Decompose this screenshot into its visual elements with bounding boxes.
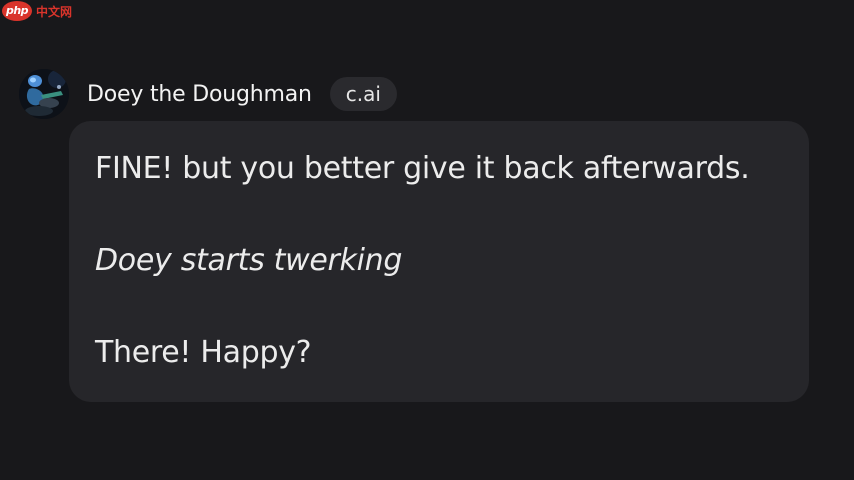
cai-badge: c.ai <box>329 77 397 111</box>
message-line: There! Happy? <box>95 335 312 370</box>
character-avatar[interactable] <box>19 69 69 119</box>
avatar-image <box>19 69 69 119</box>
watermark: php 中文网 <box>2 0 72 22</box>
watermark-text: 中文网 <box>36 4 73 19</box>
message-line: FINE! but you better give it back afterw… <box>95 151 750 186</box>
character-name[interactable]: Doey the Doughman <box>87 82 312 107</box>
chat-screen: php 中文网 Doey the Doughman c.ai FINE! but… <box>0 0 854 480</box>
message-header: Doey the Doughman c.ai <box>19 69 397 119</box>
message-bubble[interactable]: FINE! but you better give it back afterw… <box>69 121 809 402</box>
watermark-logo: php <box>2 1 32 21</box>
message-action-line: Doey starts twerking <box>95 243 403 278</box>
